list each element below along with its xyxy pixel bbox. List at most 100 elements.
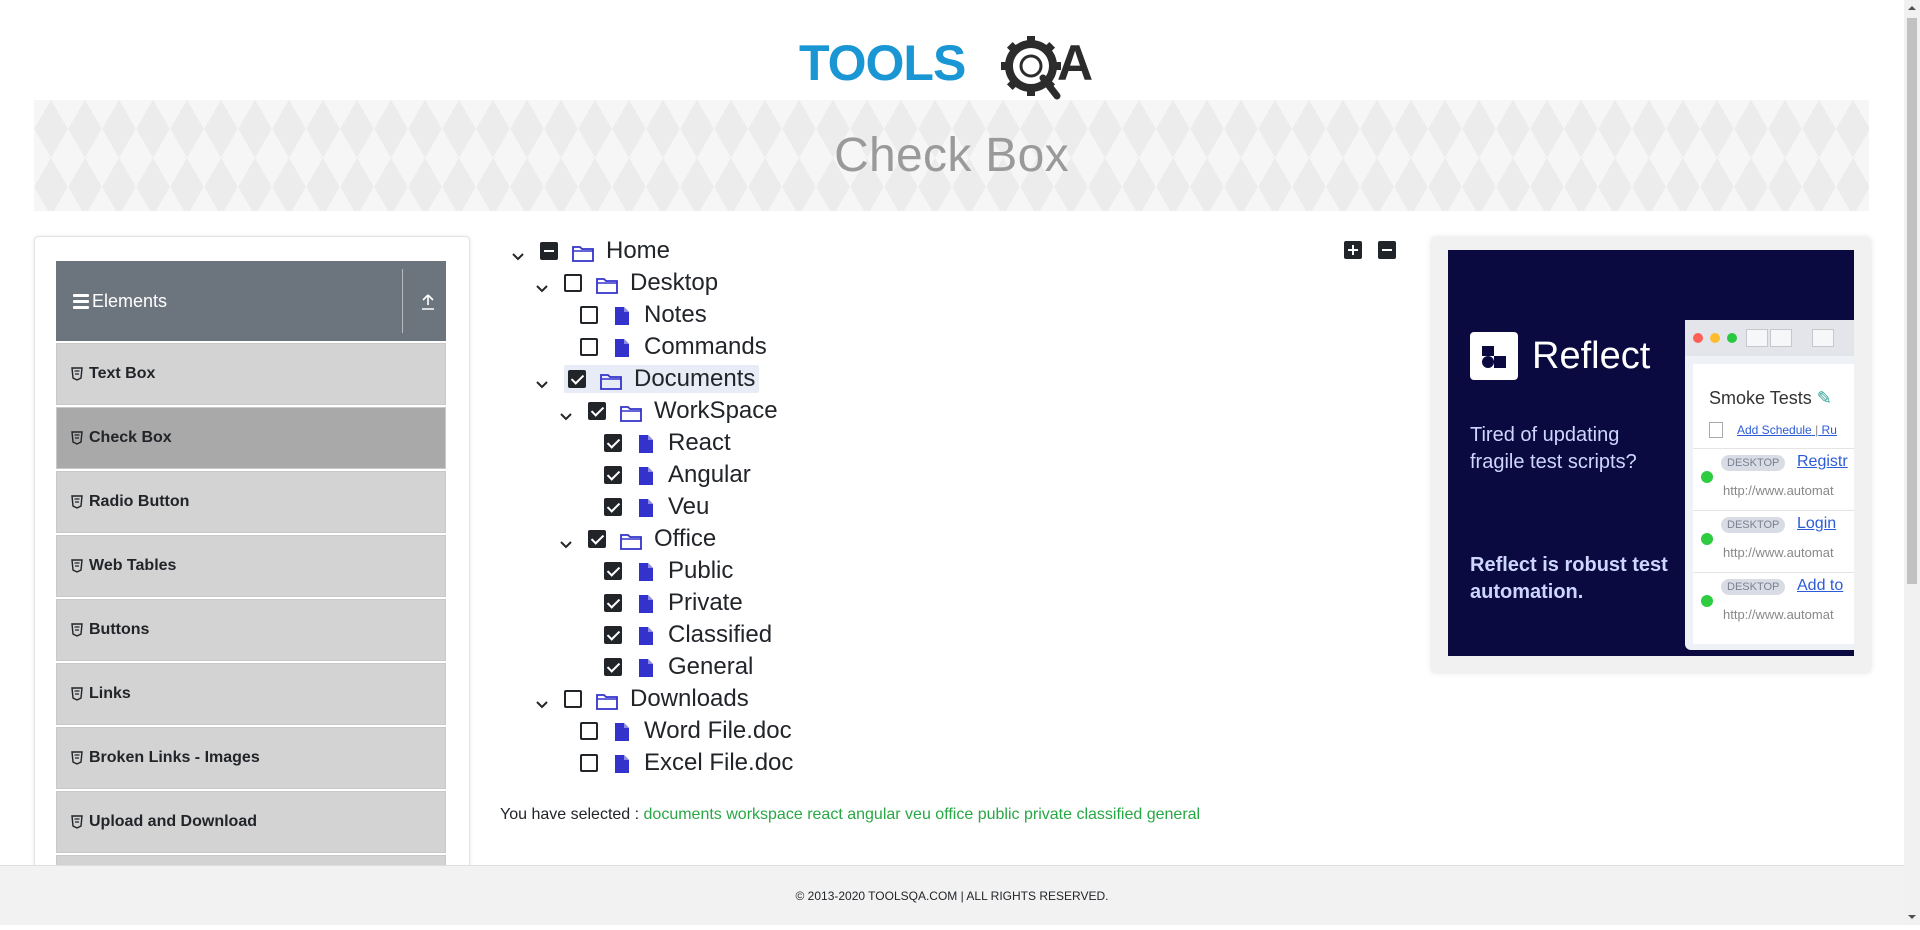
html5-icon	[71, 495, 83, 509]
home-checkbox[interactable]	[540, 242, 558, 260]
folder-icon	[572, 241, 594, 262]
tree-label[interactable]: Downloads	[630, 685, 749, 713]
file-icon	[638, 657, 654, 677]
tree-label[interactable]: Veu	[668, 493, 709, 521]
ad-brand: Reflect	[1470, 332, 1650, 380]
html5-icon	[71, 623, 83, 637]
tree-label[interactable]: Desktop	[630, 269, 718, 297]
site-header: TOOLS A	[0, 0, 1920, 100]
excel-file-checkbox[interactable]	[580, 754, 598, 772]
ad-window-title: Smoke Tests ✎	[1709, 388, 1832, 408]
office-checkbox[interactable]	[588, 530, 606, 548]
tree-node-private: Private	[604, 588, 743, 618]
file-icon	[638, 561, 654, 581]
sidebar-item-label: Web Tables	[89, 557, 177, 574]
tree-label[interactable]: Word File.doc	[644, 717, 792, 745]
tree-node-angular: Angular	[604, 460, 751, 490]
tree-label[interactable]: Private	[668, 589, 743, 617]
collapse-up-icon[interactable]	[420, 293, 436, 311]
tree-label[interactable]: WorkSpace	[654, 397, 778, 425]
header-divider	[402, 269, 403, 333]
angular-checkbox[interactable]	[604, 466, 622, 484]
sidebar-item-broken-links[interactable]: Broken Links - Images	[56, 727, 446, 789]
scroll-up-arrow-icon[interactable]	[1904, 0, 1920, 16]
elements-group-header[interactable]: Elements	[56, 261, 446, 341]
sidebar-item-label: Check Box	[89, 429, 172, 446]
desktop-checkbox[interactable]	[564, 274, 582, 292]
commands-checkbox[interactable]	[580, 338, 598, 356]
chevron-down-icon[interactable]	[534, 371, 550, 389]
sidebar-item-buttons[interactable]: Buttons	[56, 599, 446, 661]
result-item: private	[1023, 806, 1072, 823]
sidebar-item-web-tables[interactable]: Web Tables	[56, 535, 446, 597]
sidebar-toggle-icon	[1812, 329, 1834, 347]
toolsqa-logo[interactable]: TOOLS A	[799, 28, 1121, 100]
sidebar-item-check-box[interactable]: Check Box	[56, 407, 446, 469]
scroll-thumb[interactable]	[1907, 18, 1917, 584]
classified-checkbox[interactable]	[604, 626, 622, 644]
general-checkbox[interactable]	[604, 658, 622, 676]
expand-all-button[interactable]	[1344, 241, 1362, 259]
private-checkbox[interactable]	[604, 594, 622, 612]
tree-label[interactable]: General	[668, 653, 753, 681]
ad-tagline-bold: Reflect is robust test automation.	[1470, 554, 1668, 603]
folder-icon	[596, 689, 618, 710]
ad-tagline: Tired of updating fragile test scripts?	[1470, 424, 1637, 473]
notes-checkbox[interactable]	[580, 306, 598, 324]
back-arrow-icon	[1746, 329, 1768, 347]
react-checkbox[interactable]	[604, 434, 622, 452]
tree-label[interactable]: React	[668, 429, 731, 457]
workspace-checkbox[interactable]	[588, 402, 606, 420]
tree-label[interactable]: Home	[606, 237, 670, 265]
scroll-down-arrow-icon[interactable]	[1904, 909, 1920, 925]
chevron-down-icon[interactable]	[534, 275, 550, 293]
result-item: veu	[905, 806, 931, 823]
tree-node-downloads: Downloads	[534, 684, 749, 714]
sidebar-item-links[interactable]: Links	[56, 663, 446, 725]
downloads-checkbox[interactable]	[564, 690, 582, 708]
documents-checkbox[interactable]	[568, 370, 586, 388]
tree-label[interactable]: Office	[654, 525, 716, 553]
reflect-ad[interactable]: Reflect Tired of updating fragile test s…	[1448, 250, 1854, 656]
word-file-checkbox[interactable]	[580, 722, 598, 740]
tree-label[interactable]: Public	[668, 557, 733, 585]
chevron-down-icon[interactable]	[510, 243, 526, 261]
tree-node-notes: Notes	[580, 300, 707, 330]
tree-label[interactable]: Notes	[644, 301, 707, 329]
public-checkbox[interactable]	[604, 562, 622, 580]
sidebar-panel: Elements Text Box Check Box Radio Button…	[34, 236, 470, 876]
sidebar-item-text-box[interactable]: Text Box	[56, 343, 446, 405]
forward-arrow-icon	[1770, 329, 1792, 347]
close-dot-icon	[1693, 333, 1703, 343]
html5-icon	[71, 687, 83, 701]
tree-label[interactable]: Commands	[644, 333, 767, 361]
page-scrollbar[interactable]	[1904, 0, 1920, 925]
tree-label[interactable]: Documents	[634, 365, 755, 393]
chevron-down-icon[interactable]	[534, 691, 550, 709]
selection-result: You have selected : documents workspace …	[500, 806, 1200, 824]
folder-icon	[620, 529, 642, 550]
site-footer: © 2013-2020 TOOLSQA.COM | ALL RIGHTS RES…	[0, 865, 1904, 925]
file-icon	[638, 625, 654, 645]
file-icon	[638, 497, 654, 517]
tree-node-commands: Commands	[580, 332, 767, 362]
chevron-down-icon[interactable]	[558, 531, 574, 549]
ad-test-row: DESKTOP Registr http://www.automat	[1693, 448, 1854, 508]
collapse-all-button[interactable]	[1378, 241, 1396, 259]
page-title: Check Box	[834, 129, 1069, 182]
sidebar-item-upload-download[interactable]: Upload and Download	[56, 791, 446, 853]
tree-label[interactable]: Angular	[668, 461, 751, 489]
tree-node-general: General	[604, 652, 753, 682]
file-icon	[614, 721, 630, 741]
veu-checkbox[interactable]	[604, 498, 622, 516]
result-item: react	[807, 806, 843, 823]
tree-label[interactable]: Excel File.doc	[644, 749, 793, 777]
result-item: public	[977, 806, 1020, 823]
tree-node-react: React	[604, 428, 731, 458]
group-title: Elements	[92, 290, 168, 311]
ad-test-row: DESKTOP Add to http://www.automat	[1693, 572, 1854, 632]
tree-label[interactable]: Classified	[668, 621, 772, 649]
chevron-down-icon[interactable]	[558, 403, 574, 421]
sidebar-item-radio-button[interactable]: Radio Button	[56, 471, 446, 533]
svg-text:TOOLS: TOOLS	[799, 35, 965, 91]
